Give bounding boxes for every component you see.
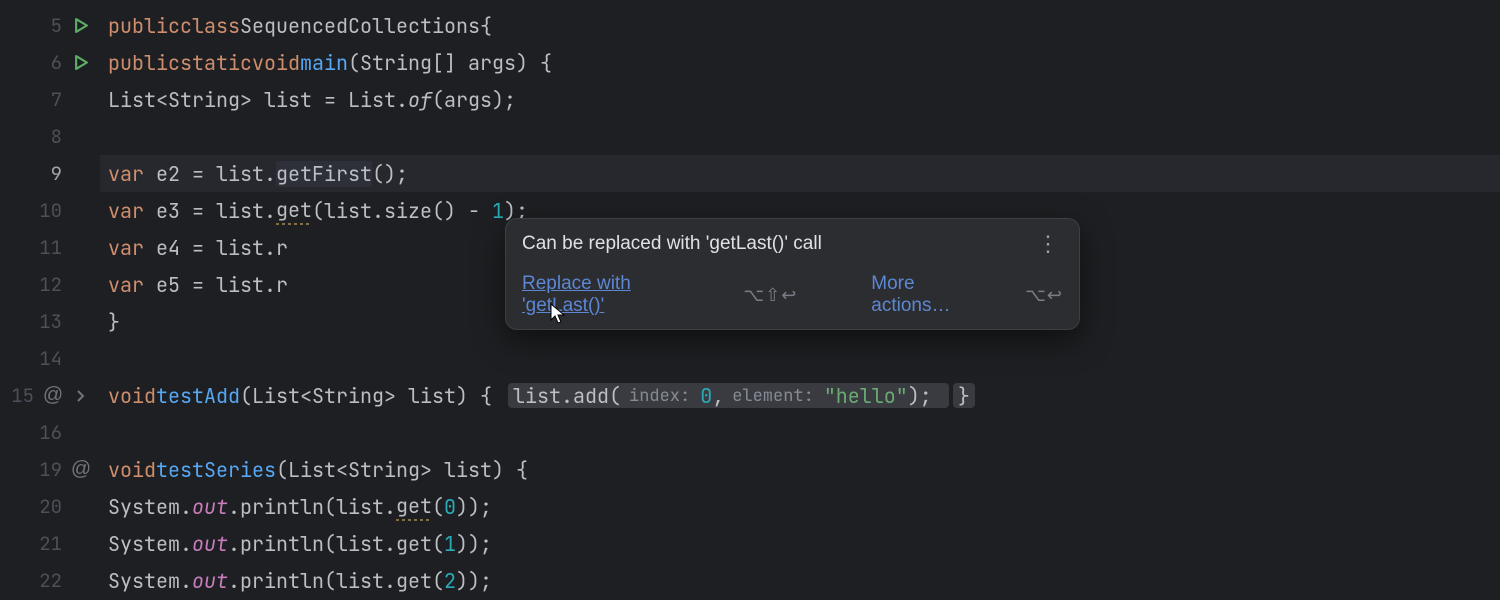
run-icon[interactable] [72,18,90,33]
line-number: 15 [8,383,34,408]
gutter-row[interactable]: 16 [0,414,100,451]
gutter-row[interactable]: 14 [0,340,100,377]
gutter-row[interactable]: 22 [0,562,100,599]
gutter-row[interactable]: 9 [0,155,100,192]
code-line[interactable]: System.out.println(list.get(0)); [100,488,1500,525]
code-line[interactable]: public class SequencedCollections { [100,7,1500,44]
intention-title: Can be replaced with 'getLast()' call [522,233,822,255]
override-icon[interactable]: @ [72,458,90,481]
chevron-right-icon[interactable] [72,390,90,402]
code-area[interactable]: public class SequencedCollections { publ… [100,0,1500,600]
line-number: 9 [36,161,62,186]
gutter-row[interactable]: 19 @ [0,451,100,488]
gutter-row[interactable]: 13 [0,303,100,340]
shortcut-hint: ⌥↩ [1025,285,1063,306]
line-number: 7 [36,87,62,112]
gutter-row[interactable]: 8 [0,118,100,155]
gutter: 5 6 7 8 9 10 11 12 13 14 15 @ 16 19 [0,0,100,600]
gutter-row[interactable]: 10 [0,192,100,229]
code-line[interactable]: public static void main(String[] args) { [100,44,1500,81]
line-number: 13 [36,309,62,334]
line-number: 11 [36,235,62,260]
line-number: 12 [36,272,62,297]
shortcut-hint: ⌥⇧↩ [743,285,797,306]
line-number: 8 [36,124,62,149]
line-number: 22 [36,568,62,593]
gutter-row[interactable]: 21 [0,525,100,562]
code-line[interactable]: System.out.println(list.get(2)); [100,562,1500,599]
fold-region[interactable]: list.add(index:0,element:"hello"); [508,383,949,408]
param-hint: index: [623,383,696,408]
gutter-row[interactable]: 6 [0,44,100,81]
param-hint: element: [726,383,820,408]
code-editor: 5 6 7 8 9 10 11 12 13 14 15 @ 16 19 [0,0,1500,600]
line-number: 20 [36,494,62,519]
code-line[interactable]: void testSeries(List<String> list) { [100,451,1500,488]
line-number: 6 [36,50,62,75]
gutter-row[interactable]: 15 @ [0,377,100,414]
gutter-row[interactable]: 11 [0,229,100,266]
gutter-row[interactable]: 7 [0,81,100,118]
line-number: 16 [36,420,62,445]
intention-popup: Can be replaced with 'getLast()' call ⋮ … [505,218,1080,330]
line-number: 19 [36,457,62,482]
code-line[interactable] [100,340,1500,377]
line-number: 10 [36,198,62,223]
code-line[interactable]: void testAdd(List<String> list) { list.a… [100,377,1500,414]
gutter-row[interactable]: 5 [0,7,100,44]
override-icon[interactable]: @ [44,384,62,407]
fold-brace[interactable]: } [953,383,975,408]
code-line[interactable]: List<String> list = List.of(args); [100,81,1500,118]
code-line[interactable]: var e2 = list.getFirst(); [100,155,1500,192]
run-icon[interactable] [72,55,90,70]
code-line[interactable]: System.out.println(list.get(1)); [100,525,1500,562]
code-line[interactable] [100,118,1500,155]
line-number: 14 [36,346,62,371]
intention-primary-action[interactable]: Replace with 'getLast()' [522,273,715,317]
intention-more-actions[interactable]: More actions… [871,273,997,317]
line-number: 5 [36,13,62,38]
gutter-row[interactable]: 12 [0,266,100,303]
line-number: 21 [36,531,62,556]
gutter-row[interactable]: 20 [0,488,100,525]
code-line[interactable] [100,414,1500,451]
